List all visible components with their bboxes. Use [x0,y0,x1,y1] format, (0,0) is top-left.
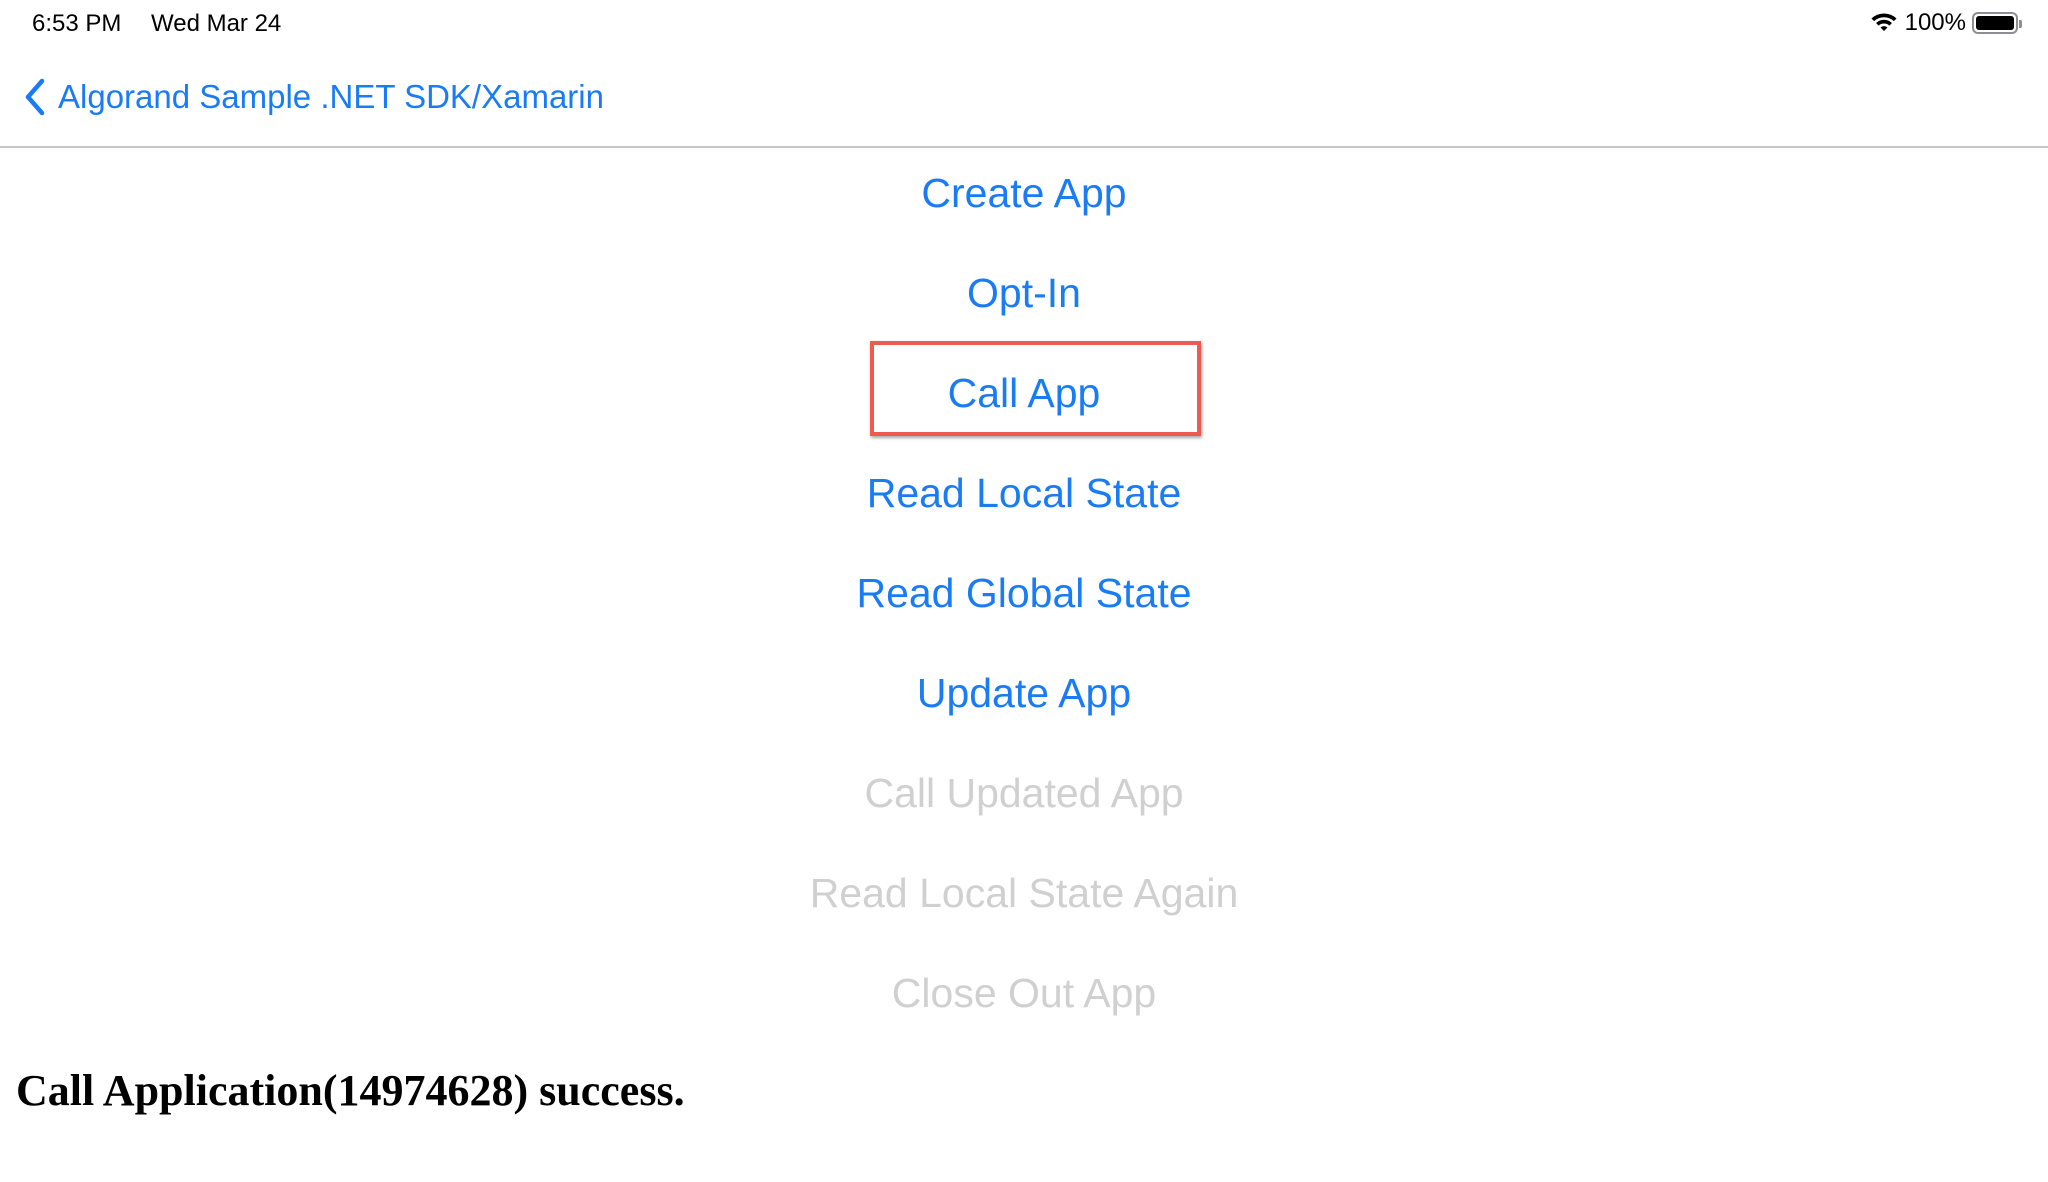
navigation-bar: Algorand Sample .NET SDK/Xamarin [0,48,2048,148]
chevron-left-icon [25,78,45,116]
opt-in-button[interactable]: Opt-In [0,263,2048,323]
battery-cap [2019,20,2022,28]
read-global-state-button[interactable]: Read Global State [0,563,2048,623]
update-app-button[interactable]: Update App [0,663,2048,723]
status-bar: 6:53 PM Wed Mar 24 100% [0,0,2048,48]
call-updated-app-button[interactable]: Call Updated App [0,763,2048,823]
battery-percent: 100% [1904,9,1966,36]
read-local-state-again-button[interactable]: Read Local State Again [0,863,2048,923]
close-out-app-button[interactable]: Close Out App [0,963,2048,1023]
battery-icon [1972,12,2022,34]
status-time: 6:53 PM [32,10,122,37]
create-app-button[interactable]: Create App [0,163,2048,223]
result-message: Call Application(14974628) success. [16,1066,685,1115]
highlight-box [870,341,1201,436]
wifi-icon [1871,13,1897,31]
status-date: Wed Mar 24 [151,10,282,37]
status-indicators: 100% [1869,9,2022,37]
back-button[interactable]: Algorand Sample .NET SDK/Xamarin [20,75,604,119]
read-local-state-button[interactable]: Read Local State [0,463,2048,523]
battery-fill [1976,16,2014,30]
back-label: Algorand Sample .NET SDK/Xamarin [58,78,604,115]
